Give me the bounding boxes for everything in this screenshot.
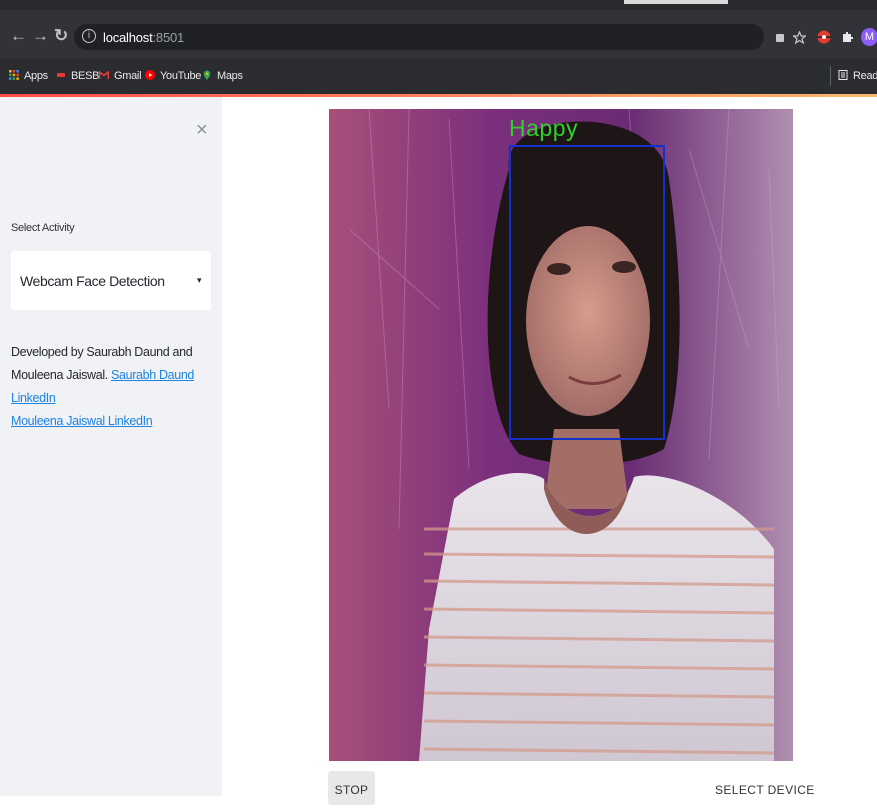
extension-pokeball-icon[interactable] — [817, 30, 831, 44]
besb-icon — [57, 73, 65, 77]
maps-pin-icon — [203, 70, 211, 80]
reload-icon[interactable]: ↻ — [54, 27, 68, 44]
activity-select-value: Webcam Face Detection — [20, 273, 165, 289]
select-activity-label: Select Activity — [11, 222, 75, 234]
cast-icon[interactable] — [775, 33, 785, 43]
bookmark-maps[interactable]: Maps — [202, 70, 243, 82]
youtube-icon — [145, 70, 155, 80]
emotion-label: Happy — [509, 115, 578, 141]
active-tab[interactable] — [624, 0, 728, 4]
bookmark-gmail[interactable]: Gmail — [99, 70, 142, 82]
mouleena-linkedin-link[interactable]: Mouleena Jaiswal LinkedIn — [11, 414, 153, 428]
url-text: localhost:8501 — [103, 30, 185, 45]
close-sidebar-icon[interactable]: × — [196, 119, 208, 142]
bookmarks-divider — [830, 66, 831, 86]
profile-avatar[interactable]: M — [861, 28, 877, 46]
gmail-icon — [99, 70, 109, 79]
webcam-video: Happy — [329, 109, 793, 761]
credits-text: Developed by Saurabh Daund and Mouleena … — [11, 341, 216, 433]
bookmark-besb[interactable]: BESB — [56, 70, 99, 82]
back-icon[interactable]: ← — [10, 27, 27, 44]
site-info-icon[interactable]: i — [82, 29, 96, 43]
extensions-puzzle-icon[interactable] — [840, 30, 854, 44]
stop-button[interactable]: STOP — [328, 771, 375, 805]
bookmark-star-icon[interactable] — [793, 31, 806, 44]
chevron-down-icon: ▾ — [197, 275, 202, 285]
address-bar[interactable]: i localhost:8501 — [74, 24, 764, 50]
reading-list[interactable]: Readin — [838, 70, 877, 82]
bookmark-youtube[interactable]: YouTube — [145, 70, 201, 82]
bookmark-apps[interactable]: Apps — [9, 70, 48, 82]
browser-toolbar: ← → ↻ i localhost:8501 M — [0, 10, 877, 58]
face-bounding-box — [509, 145, 665, 440]
apps-grid-icon — [9, 70, 19, 80]
sidebar: × Select Activity Webcam Face Detection … — [0, 97, 222, 796]
reading-list-icon — [838, 70, 848, 80]
forward-icon[interactable]: → — [32, 27, 49, 44]
tab-strip — [0, 0, 877, 10]
main-menu-icon[interactable]: ⋮ — [871, 120, 877, 140]
select-device-button[interactable]: SELECT DEVICE — [715, 783, 815, 797]
activity-select[interactable]: Webcam Face Detection ▾ — [11, 251, 211, 310]
bookmarks-bar: Apps BESB Gmail YouTube Maps Readin — [0, 58, 877, 94]
